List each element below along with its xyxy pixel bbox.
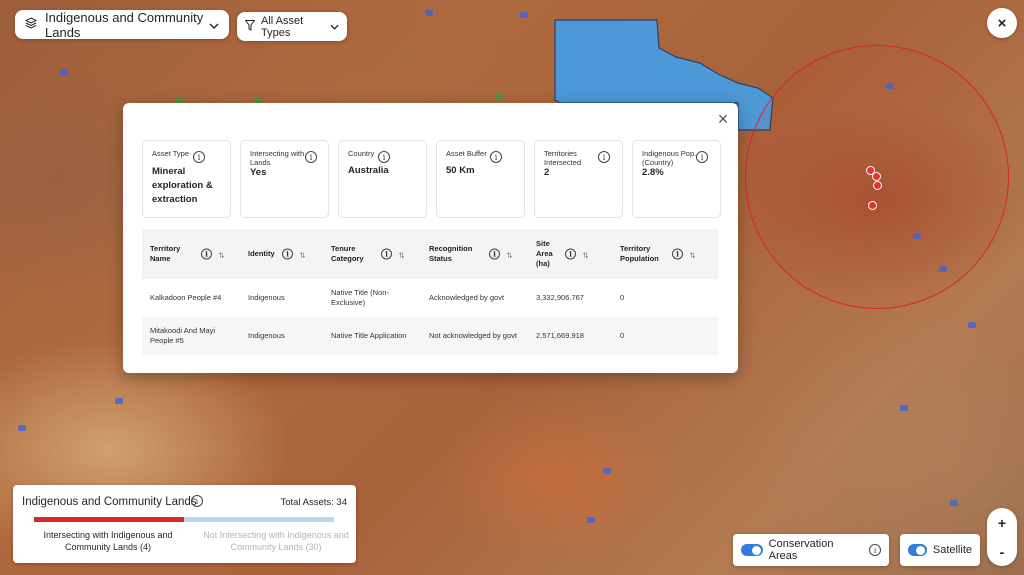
asset-summary-cards: Asset Type i Mineral exploration & extra… (142, 140, 721, 218)
info-icon[interactable]: i (381, 248, 392, 260)
column-territory-name[interactable]: Territory Name i ↑↓ (142, 229, 240, 279)
column-site-area[interactable]: Site Area (ha) i ↑↓ (528, 229, 612, 279)
cell-site-area: 2,571,669.918 (536, 330, 584, 340)
legend-intersecting[interactable]: Intersecting with Indigenous and Communi… (33, 529, 183, 553)
sort-icon[interactable]: ↑↓ (506, 249, 513, 259)
card-intersecting: Intersecting with Lands i Yes (240, 140, 329, 218)
asset-marker[interactable] (868, 201, 877, 210)
column-recognition-status[interactable]: Recognition Status i ↑↓ (421, 229, 528, 279)
close-modal-button[interactable]: × (713, 109, 733, 129)
cell-territory-population: 0 (620, 292, 625, 302)
info-icon[interactable]: i (696, 151, 708, 163)
cell-identity: Indigenous (248, 330, 285, 340)
sort-icon[interactable]: ↑↓ (218, 249, 225, 259)
info-icon[interactable]: i (282, 248, 293, 260)
column-label: Territory Name (150, 243, 181, 263)
chevron-down-icon (209, 17, 219, 32)
zoom-control: + - (987, 508, 1017, 566)
close-icon: × (997, 14, 1007, 32)
info-icon[interactable]: i (672, 248, 683, 260)
layer-selector-label: Indigenous and Community Lands (45, 9, 204, 40)
column-identity[interactable]: Identity i ↑↓ (240, 229, 323, 279)
asset-type-filter[interactable]: All Asset Types (237, 12, 347, 41)
cell-site-area: 3,332,906.767 (536, 292, 584, 302)
column-label: Site Area (ha) (536, 238, 553, 269)
sort-icon[interactable]: ↑↓ (398, 249, 405, 259)
info-icon[interactable]: i (565, 248, 576, 260)
cell-territory-name: Kalkadoon People #4 (150, 292, 222, 302)
summary-title: Indigenous and Community Lands (22, 496, 197, 508)
toggle-switch[interactable] (741, 544, 763, 556)
cell-tenure-category: Native Title Application (331, 330, 407, 340)
table-row[interactable]: Kalkadoon People #4 Indigenous Native Ti… (142, 279, 718, 317)
info-icon[interactable]: i (869, 544, 881, 556)
asset-marker[interactable] (872, 172, 881, 181)
info-icon[interactable]: i (489, 248, 500, 260)
column-tenure-category[interactable]: Tenure Category i ↑↓ (323, 229, 421, 279)
card-country: Country i Australia (338, 140, 427, 218)
cell-recognition-status: Not acknowledged by govt (429, 330, 517, 340)
intersecting-segment (34, 517, 184, 522)
sort-icon[interactable]: ↑↓ (689, 249, 696, 259)
conservation-areas-toggle[interactable]: Conservation Areas i (733, 534, 889, 566)
sort-icon[interactable]: ↑↓ (299, 249, 306, 259)
card-value: Yes (250, 166, 267, 178)
table-header: Territory Name i ↑↓ Identity i ↑↓ Tenure C… (142, 229, 718, 279)
column-label: Territory Population (620, 243, 659, 263)
toggle-switch[interactable] (908, 544, 927, 556)
toggle-label: Conservation Areas (768, 538, 834, 562)
close-icon: × (717, 108, 729, 129)
lands-summary-panel: Indigenous and Community Lands i Total A… (13, 485, 356, 563)
layers-icon (24, 17, 38, 32)
card-value: 2.8% (642, 166, 664, 178)
column-label: Tenure Category (331, 243, 364, 263)
zoom-in-button[interactable]: + (987, 508, 1017, 537)
sort-icon[interactable]: ↑↓ (582, 249, 589, 259)
column-label: Identity (248, 248, 275, 258)
zoom-out-button[interactable]: - (987, 537, 1017, 566)
info-icon[interactable]: i (598, 151, 610, 163)
column-label: Recognition Status (429, 243, 473, 263)
card-asset-type: Asset Type i Mineral exploration & extra… (142, 140, 231, 218)
cell-territory-name: Mitakoodi And Mayi People #5 (150, 325, 216, 345)
info-icon[interactable]: i (305, 151, 317, 163)
toggle-label: Satellite (932, 544, 972, 556)
legend-not-intersecting[interactable]: Not Intersecting with Indigenous and Com… (201, 529, 351, 553)
card-indigenous-pop: Indigenous Pop. (Country) i 2.8% (632, 140, 721, 218)
cell-recognition-status: Acknowledged by govt (429, 292, 505, 302)
asset-marker[interactable] (873, 181, 882, 190)
asset-details-modal: × Asset Type i Mineral exploration & ext… (123, 103, 738, 373)
territories-table: Territory Name i ↑↓ Identity i ↑↓ Tenure C… (142, 229, 718, 355)
info-icon[interactable]: i (490, 151, 502, 163)
asset-type-filter-label: All Asset Types (261, 14, 304, 39)
info-icon[interactable]: i (378, 151, 390, 163)
cell-tenure-category: Native Title (Non-Exclusive) (331, 287, 389, 307)
intersection-bar (34, 517, 334, 522)
card-value: 2 (544, 166, 550, 178)
filter-icon (244, 19, 256, 34)
cell-identity: Indigenous (248, 292, 285, 302)
card-value: 50 Km (446, 165, 475, 177)
cell-territory-population: 0 (620, 330, 625, 340)
not-intersecting-segment (184, 517, 334, 522)
layer-selector[interactable]: Indigenous and Community Lands (15, 9, 229, 40)
card-value: Mineral exploration & extraction (152, 166, 213, 205)
column-territory-population[interactable]: Territory Population i ↑↓ (612, 229, 718, 279)
total-assets: Total Assets: 34 (280, 497, 347, 508)
card-value: Australia (348, 165, 389, 177)
satellite-toggle[interactable]: Satellite (900, 534, 980, 566)
info-icon[interactable]: i (191, 495, 203, 507)
chevron-down-icon (330, 21, 339, 33)
info-icon[interactable]: i (201, 248, 212, 260)
close-map-button[interactable]: × (987, 8, 1017, 38)
card-label: Country (348, 149, 375, 158)
table-row[interactable]: Mitakoodi And Mayi People #5 Indigenous … (142, 317, 718, 355)
card-asset-buffer: Asset Buffer i 50 Km (436, 140, 525, 218)
info-icon[interactable]: i (193, 151, 205, 163)
card-territories-intersected: Territories Intersected i 2 (534, 140, 623, 218)
